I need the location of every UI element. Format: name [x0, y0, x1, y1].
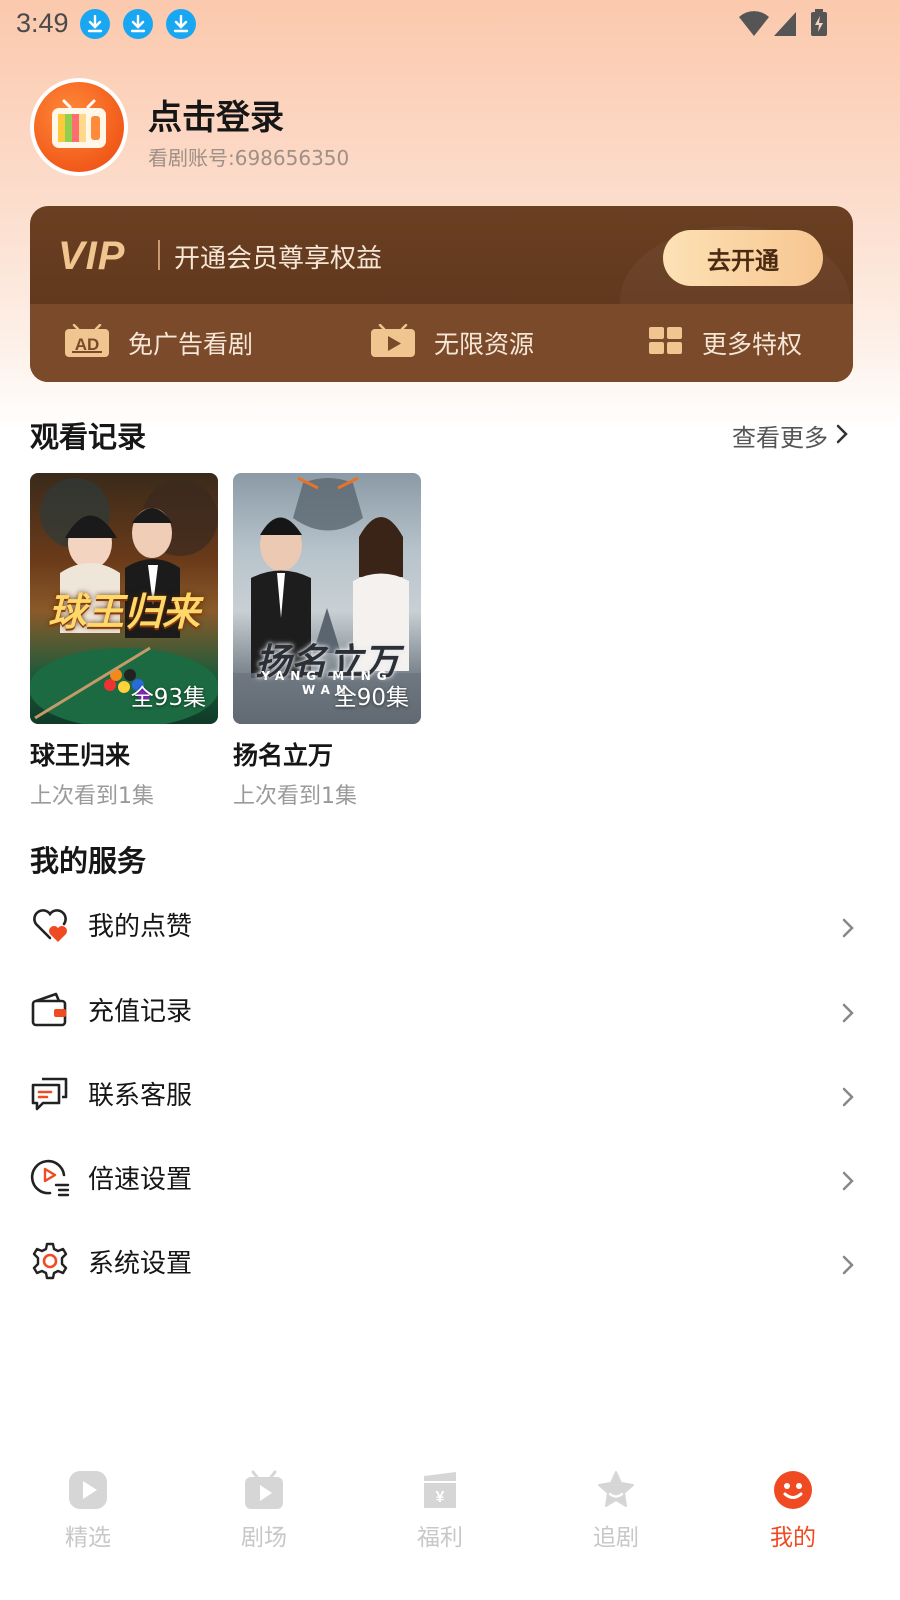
poster-qiuwang[interactable]: 球王归来 全93集: [30, 473, 218, 724]
perk-no-ads[interactable]: AD 免广告看剧: [64, 304, 253, 382]
perk-more[interactable]: 更多特权: [648, 304, 802, 382]
playback-speed-icon: [30, 1157, 70, 1197]
service-recharge[interactable]: 充值记录: [30, 981, 860, 1041]
history-title: 观看记录: [30, 420, 147, 454]
vip-card[interactable]: VIP 开通会员尊享权益 去开通 AD 免广告看剧 无限资源 更多特权: [30, 206, 853, 382]
star-icon: [596, 1470, 636, 1510]
drama-name[interactable]: 扬名立万: [233, 736, 333, 772]
nav-theater[interactable]: 剧场: [204, 1470, 324, 1570]
wifi-icon: [738, 8, 770, 42]
chevron-right-icon: [842, 1255, 854, 1279]
service-label: 充值记录: [88, 997, 193, 1027]
vip-perks: AD 免广告看剧 无限资源 更多特权: [30, 304, 853, 382]
ad-icon: AD: [64, 323, 110, 362]
battery-charging-icon: [810, 8, 828, 42]
vip-slogan: 开通会员尊享权益: [174, 244, 383, 274]
history-more-link[interactable]: 查看更多: [732, 418, 848, 453]
chevron-right-icon: [842, 1087, 854, 1111]
vip-open-button[interactable]: 去开通: [663, 230, 823, 286]
perk-unlimited[interactable]: 无限资源: [370, 304, 534, 382]
download-icon: [80, 9, 110, 39]
poster-title-art: 球王归来: [47, 590, 200, 634]
service-label: 我的点赞: [88, 912, 193, 942]
services-title: 我的服务: [30, 844, 147, 878]
play-tv-icon: [370, 323, 416, 362]
chat-support-icon: [30, 1073, 70, 1113]
profile-header[interactable]: 点击登录 看剧账号:698656350: [30, 78, 870, 178]
bottom-nav: 精选 剧场 ¥ 福利 追剧 我的: [0, 1450, 900, 1600]
chevron-right-icon: [842, 1171, 854, 1195]
grid-icon: [648, 326, 684, 360]
episode-count: 全93集: [130, 685, 206, 711]
poster-yangming[interactable]: 扬名立万 YANG MING WAN 全90集: [233, 473, 421, 724]
smile-icon: [773, 1470, 813, 1510]
download-icon: [123, 9, 153, 39]
service-label: 倍速设置: [88, 1165, 193, 1195]
nav-label: 我的: [770, 1525, 816, 1551]
login-link[interactable]: 点击登录: [148, 90, 284, 139]
drama-progress: 上次看到1集: [30, 784, 154, 809]
service-likes[interactable]: 我的点赞: [30, 896, 860, 956]
nav-label: 剧场: [241, 1525, 287, 1551]
service-speed[interactable]: 倍速设置: [30, 1149, 860, 1209]
status-time: 3:49: [16, 8, 69, 38]
nav-welfare[interactable]: ¥ 福利: [380, 1470, 500, 1570]
vip-divider: [158, 240, 160, 270]
chevron-right-icon: [842, 918, 854, 942]
signal-icon: [772, 8, 798, 42]
nav-follow[interactable]: 追剧: [556, 1470, 676, 1570]
chevron-right-icon: [836, 422, 848, 450]
drama-progress: 上次看到1集: [233, 784, 357, 809]
download-icon: [166, 9, 196, 39]
drama-name[interactable]: 球王归来: [30, 736, 130, 772]
play-icon: [68, 1470, 108, 1510]
tv-icon: [34, 82, 124, 172]
perk-label: 无限资源: [434, 330, 535, 359]
heart-like-icon: [30, 904, 70, 944]
vip-header: VIP 开通会员尊享权益 去开通: [30, 206, 853, 376]
service-label: 联系客服: [88, 1081, 193, 1111]
nav-label: 福利: [417, 1525, 463, 1551]
nav-label: 精选: [65, 1525, 111, 1551]
nav-mine[interactable]: 我的: [733, 1470, 853, 1570]
perk-label: 免广告看剧: [128, 330, 254, 359]
service-support[interactable]: 联系客服: [30, 1065, 860, 1125]
nav-label: 追剧: [593, 1525, 639, 1551]
account-id: 看剧账号:698656350: [148, 146, 350, 170]
svg-text:¥: ¥: [436, 1489, 445, 1506]
gear-icon: [30, 1241, 70, 1281]
nav-featured[interactable]: 精选: [28, 1470, 148, 1570]
wallet-icon: [30, 989, 70, 1029]
avatar[interactable]: [30, 78, 128, 176]
chevron-right-icon: [842, 1003, 854, 1027]
tv-icon: [244, 1470, 284, 1510]
service-label: 系统设置: [88, 1249, 193, 1279]
service-settings[interactable]: 系统设置: [30, 1233, 860, 1293]
status-bar: 3:49: [0, 0, 900, 48]
more-label: 查看更多: [732, 424, 828, 452]
vip-logo: VIP: [58, 234, 126, 278]
perk-label: 更多特权: [702, 330, 803, 359]
gift-icon: ¥: [420, 1470, 460, 1510]
episode-count: 全90集: [333, 685, 409, 711]
